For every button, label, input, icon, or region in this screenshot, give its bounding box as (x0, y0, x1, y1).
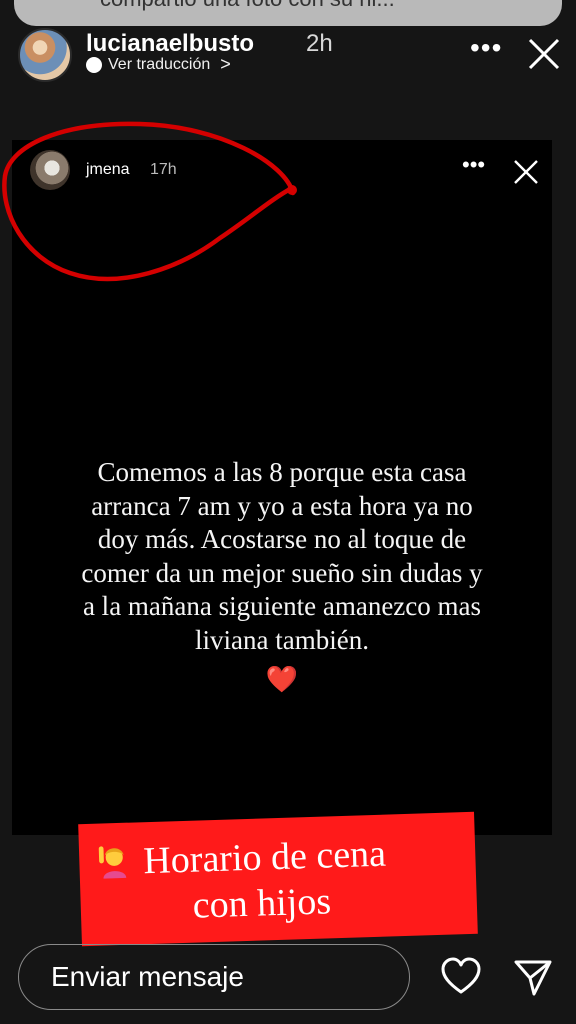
heart-outline-icon[interactable] (440, 956, 482, 998)
close-icon[interactable] (526, 36, 562, 72)
person-raising-hand-icon (98, 846, 127, 879)
shared-story-card: jmena 17h ••• Comemos a las 8 porque est… (12, 140, 552, 835)
avatar[interactable] (30, 150, 70, 190)
avatar[interactable] (18, 28, 72, 82)
outer-timestamp: 2h (306, 30, 333, 57)
send-paper-plane-icon[interactable] (512, 956, 554, 998)
outer-story-header: lucianaelbusto 2h Ver traducción > ••• (0, 28, 576, 86)
sticker-line-1-text: Horario de cena (142, 832, 387, 883)
story-body-text: Comemos a las 8 porque esta casa arranca… (81, 457, 483, 655)
message-placeholder: Enviar mensaje (51, 961, 244, 992)
translate-link[interactable]: Ver traducción > (86, 54, 231, 75)
more-dots-icon[interactable]: ••• (462, 154, 485, 176)
top-banner-text: compartió una foto con su hi... (100, 0, 395, 12)
top-banner[interactable]: compartió una foto con su hi... (14, 0, 562, 26)
chevron-right-icon: > (220, 54, 231, 74)
inner-timestamp: 17h (150, 161, 177, 178)
heart-emoji: ❤️ (265, 665, 299, 694)
caption-sticker: Horario de cena con hijos (78, 811, 478, 947)
sticker-line-1: Horario de cena (95, 831, 387, 886)
story-text-block: Comemos a las 8 porque esta casa arranca… (74, 456, 490, 697)
translate-label: Ver traducción (108, 55, 211, 73)
inner-username[interactable]: jmena (86, 161, 130, 179)
message-input[interactable]: Enviar mensaje (18, 944, 410, 1010)
more-dots-icon[interactable]: ••• (470, 34, 502, 62)
sticker-line-2: con hijos (192, 880, 332, 927)
close-icon[interactable] (512, 158, 540, 186)
translate-icon (86, 56, 102, 73)
